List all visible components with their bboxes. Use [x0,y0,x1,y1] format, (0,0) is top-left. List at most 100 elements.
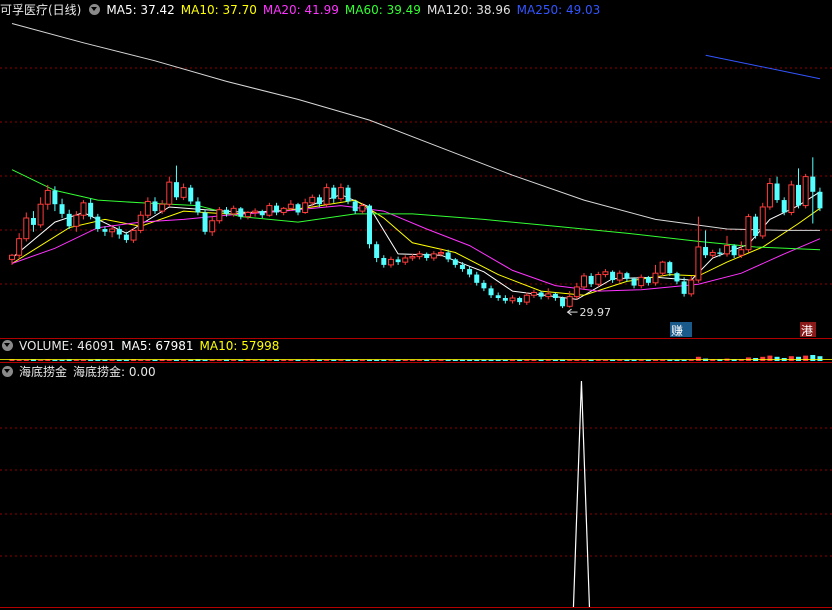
candle-body-up [144,200,151,216]
candle-body-up [724,245,730,255]
candle-body-up [280,207,287,213]
volume-label: VOLUME: 46091 [19,339,116,353]
candle-body-up [602,271,609,276]
indicator-value-label: 海底捞金: 0.00 [73,365,156,379]
volume-toggle-icon[interactable] [2,340,13,351]
candle-body-up [788,184,795,213]
candle-body-down [488,288,494,296]
stock-title: 可孚医疗(日线) [0,3,82,17]
candle-body-up [109,228,116,233]
candle-body-down [424,253,430,258]
ma20-label: MA20: 41.99 [262,3,339,17]
candle-body-down [703,246,709,256]
candle-body-up [566,296,573,307]
candle-body-up [387,258,394,266]
signal-label-buy: 赚 [671,323,683,338]
candle-body-up [287,203,294,209]
candle-body-down [116,229,122,235]
candle-body-down [352,201,358,212]
candle-body-down [796,184,801,206]
candle-body-up [573,286,580,298]
ma10-label: MA10: 37.70 [180,3,257,17]
candle-body-up [638,276,645,287]
volume-bar [767,355,773,361]
candle-body-down [195,201,201,213]
candle-body-down [30,218,36,225]
ma120-line [11,23,820,231]
candle-body-up [616,272,623,281]
volume-bar [695,356,701,361]
volume-bar [810,355,816,361]
candle-body-down [774,183,780,201]
candle-body-down [202,212,208,232]
candle-body-down [173,182,179,198]
candle-body-up [180,187,187,198]
candle-body-up [159,203,166,212]
candle-body-down [624,273,630,279]
volume-bar [796,356,801,361]
candle-body-up [302,202,309,213]
candle-body-down [123,234,129,241]
volume-bar [803,355,809,361]
candle-body-up [323,187,330,205]
candle-body-up [252,210,259,213]
candle-body-up [545,293,552,298]
candle-body-up [266,205,273,216]
indicator-legend: 海底捞金 海底捞金: 0.00 [0,363,162,381]
candle-body-down [102,229,108,232]
candle-body-up [337,187,344,200]
indicator-signal-spike [572,380,591,608]
indicator-toggle-icon[interactable] [2,366,13,377]
candle-body-down [781,200,787,213]
candle-body-up [244,211,251,218]
candle-body-down [517,298,523,303]
candle-body-down [188,187,194,202]
candle-body-down [345,187,351,202]
candle-body-down [631,278,637,286]
candle-body-up [402,257,409,263]
candle-body-up [209,220,216,233]
candle-body-down [59,204,65,214]
candle-body-up [709,251,716,256]
candle-body-down [753,216,759,236]
volume-ma10-label: MA10: 57998 [199,339,280,353]
candle-body-up [9,254,15,260]
candle-body-up [530,291,537,296]
candle-body-down [588,275,594,285]
candle-body-down [474,274,480,283]
candle-body-down [538,292,544,297]
candle-body-down [259,211,265,216]
candle-body-up [802,176,809,207]
ma250-line [705,54,821,80]
candle-body-down [674,273,680,282]
signal-label-port: 港 [801,324,813,338]
volume-legend: VOLUME: 46091 MA5: 67981 MA10: 57998 [0,337,285,355]
candle-body-down [552,293,558,298]
candle-body-up [23,217,30,240]
candle-body-down [731,245,737,256]
candle-body-up [37,203,44,226]
candle-body-up [80,202,87,216]
candle-body-up [688,279,695,295]
ma120-label: MA120: 38.96 [426,3,511,17]
candle-body-up [438,251,444,255]
candle-body-down [66,213,72,227]
candle-body-up [766,183,773,208]
candle-body-up [581,275,587,288]
legend-toggle-icon[interactable] [89,4,101,15]
candle-body-down [667,262,673,274]
candle-body-down [367,205,372,245]
low-price-label: 29.97 [580,306,612,319]
candle-body-up [745,216,752,251]
candle-body-down [381,258,387,265]
candle-body-up [430,253,437,259]
candle-body-up [659,261,666,274]
candle-body-down [481,282,487,289]
ma60-label: MA60: 39.49 [344,3,421,17]
candle-body-up [230,207,237,215]
candle-body-up [44,189,51,205]
candle-body-down [681,281,687,294]
volume-bar [788,356,794,361]
candle-body-up [130,229,137,241]
candle-body-down [467,269,473,275]
